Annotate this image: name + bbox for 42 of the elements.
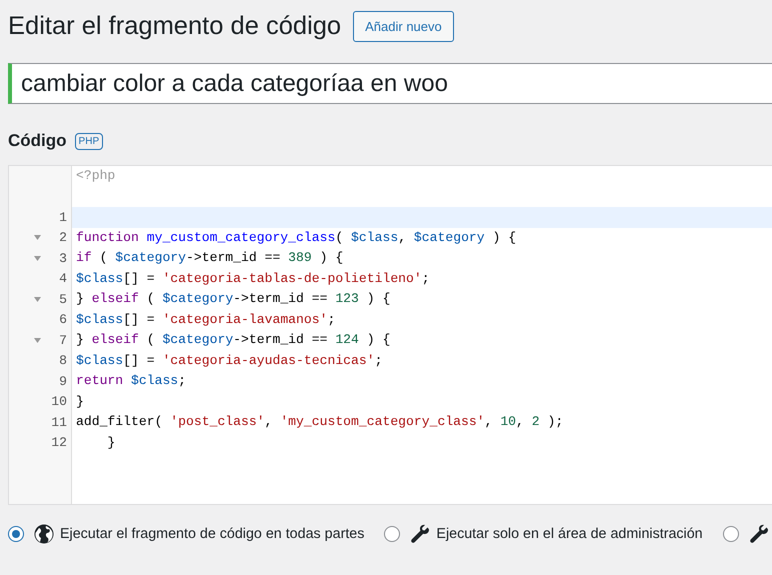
code-line: if ( $category->term_id == 389 ) { (75, 249, 344, 267)
line-number: 10 (50, 394, 67, 410)
line-number: 11 (50, 414, 67, 430)
code-line: } elseif ( $category->term_id == 123 ) { (75, 290, 392, 308)
code-line: } (106, 434, 116, 452)
line-number: 7 (58, 332, 67, 348)
option-label: Ejecutar solo en el área de administración (436, 526, 703, 542)
globe-icon (34, 524, 54, 544)
radio-button[interactable] (384, 526, 400, 542)
fold-arrow-icon[interactable] (34, 296, 40, 302)
code-line: add_filter( 'post_class', 'my_custom_category_class', 10, 2 ); (75, 413, 564, 431)
code-line: } (75, 392, 85, 410)
add-new-button[interactable]: Añadir nuevo (353, 10, 454, 42)
line-number: 3 (58, 250, 67, 266)
line-number: 6 (58, 312, 67, 328)
code-line: return $class; (75, 372, 188, 390)
line-number: 1 (58, 210, 67, 225)
option-label: Ejecutar el fragmento de código en todas partes (60, 526, 364, 542)
page-heading: Editar el fragmento de código (8, 12, 342, 40)
fold-arrow-icon[interactable] (34, 338, 40, 343)
wrench-icon (410, 524, 430, 544)
snippet-title-field[interactable]: cambiar color a cada categoríaa en woo (8, 63, 772, 104)
radio-button[interactable] (8, 526, 24, 542)
line-number: 8 (58, 353, 67, 368)
line-number: 9 (58, 374, 67, 389)
code-editor[interactable] (8, 165, 772, 505)
line-number: 5 (58, 292, 67, 307)
fold-arrow-icon[interactable] (34, 256, 40, 261)
code-line: <?php (76, 168, 116, 183)
line-number: 4 (58, 271, 67, 286)
code-label: Código (8, 131, 67, 151)
code-line: } elseif ( $category->term_id == 124 ) { (75, 331, 392, 349)
wrench-icon (748, 524, 769, 544)
code-line: $class[] = 'categoria-lavamanos'; (75, 310, 336, 328)
fold-arrow-icon[interactable] (34, 235, 40, 240)
code-line: $class[] = 'categoria-ayudas-tecnicas'; (75, 352, 384, 370)
code-line: function my_custom_category_class( $class, $category ) { (75, 228, 518, 246)
line-number: 2 (58, 230, 67, 246)
language-badge: PHP (74, 132, 104, 150)
line-number: 12 (50, 435, 67, 450)
code-line: $class[] = 'categoria-tablas-de-polietileno'; (75, 270, 431, 288)
radio-button[interactable] (722, 526, 739, 542)
